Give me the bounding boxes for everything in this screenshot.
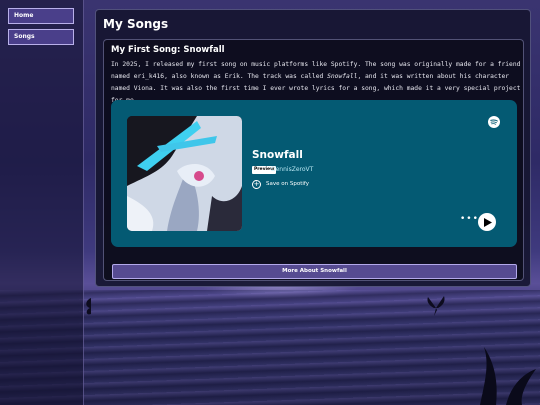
spotify-icon[interactable] [488, 116, 500, 128]
album-cover-art [127, 116, 242, 231]
butterfly-right [427, 296, 445, 316]
spotify-embed[interactable]: Snowfall Preview DennisZeroVT + Save on … [111, 100, 517, 247]
album-cover[interactable] [127, 116, 242, 231]
song-card-title: My First Song: Snowfall [111, 45, 225, 55]
spotify-artist-link[interactable]: DennisZeroVT [271, 166, 313, 174]
plus-circle-icon: + [252, 179, 261, 189]
more-options-icon[interactable]: ••• [460, 215, 479, 224]
foliage-silhouette [480, 347, 536, 405]
play-icon [484, 217, 492, 227]
sidebar-item-songs[interactable]: Songs [8, 29, 74, 45]
butterfly-left [86, 298, 91, 315]
song-card: My First Song: Snowfall In 2025, I relea… [103, 39, 524, 281]
songs-panel: My Songs My First Song: Snowfall In 2025… [95, 9, 531, 287]
save-on-spotify-label: Save on Spotify [266, 181, 309, 187]
save-on-spotify-button[interactable]: + Save on Spotify [252, 179, 309, 189]
sidebar-item-home[interactable]: Home [8, 8, 74, 24]
desc-song-title: Snowfall [327, 73, 358, 80]
more-about-snowfall-button[interactable]: More About Snowfall [112, 264, 517, 279]
play-button[interactable] [478, 213, 496, 231]
spotify-song-name[interactable]: Snowfall [252, 149, 303, 161]
page-title: My Songs [103, 17, 169, 31]
sidebar: Home Songs [0, 0, 84, 405]
